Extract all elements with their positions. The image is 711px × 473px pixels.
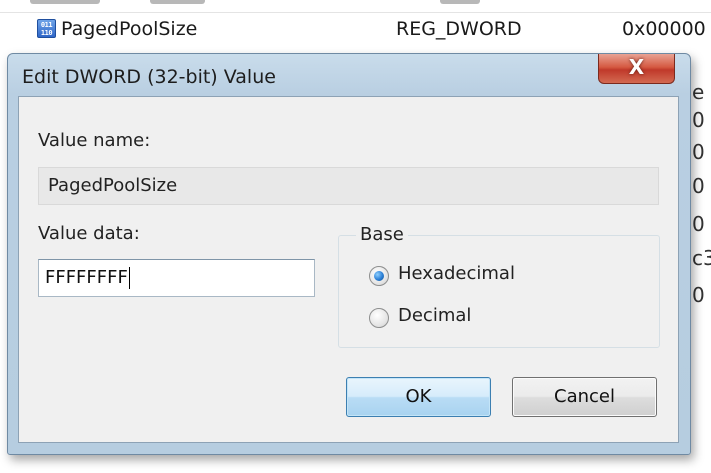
registry-value-row[interactable]: 011 110 PagedPoolSize REG_DWORD 0x00000 bbox=[0, 14, 711, 56]
value-data-input[interactable]: FFFFFFFF bbox=[38, 259, 315, 297]
list-peek-text: 0 bbox=[692, 174, 705, 198]
list-peek-text: 0 bbox=[692, 283, 705, 307]
list-peek-text: 0 bbox=[692, 212, 705, 236]
list-peek-text: 0 bbox=[692, 140, 705, 164]
cancel-button[interactable]: Cancel bbox=[512, 377, 657, 417]
edit-dword-dialog: Edit DWORD (32-bit) Value X Value name: … bbox=[7, 53, 691, 455]
list-peek-text: e bbox=[692, 80, 705, 104]
text-caret bbox=[128, 267, 130, 289]
base-groupbox bbox=[338, 235, 660, 348]
decimal-label[interactable]: Decimal bbox=[398, 305, 471, 326]
close-button[interactable]: X bbox=[598, 54, 675, 84]
dialog-title: Edit DWORD (32-bit) Value bbox=[22, 66, 276, 88]
registry-binary-icon: 011 110 bbox=[37, 19, 56, 38]
decimal-radio[interactable] bbox=[369, 308, 389, 328]
ok-button[interactable]: OK bbox=[346, 377, 491, 417]
list-peek-text: 0 bbox=[692, 108, 705, 132]
registry-value-name: PagedPoolSize bbox=[61, 18, 198, 40]
base-legend: Base bbox=[356, 224, 408, 245]
hexadecimal-radio[interactable] bbox=[369, 266, 389, 286]
dialog-client-area: Value name: PagedPoolSize Value data: FF… bbox=[18, 96, 679, 443]
registry-value-type: REG_DWORD bbox=[396, 18, 522, 40]
value-data-text: FFFFFFFF bbox=[45, 267, 128, 288]
registry-value-data: 0x00000 bbox=[622, 18, 706, 40]
value-name-field: PagedPoolSize bbox=[38, 167, 659, 205]
value-data-label: Value data: bbox=[38, 223, 140, 244]
previous-row-fragment bbox=[0, 0, 711, 13]
value-name-label: Value name: bbox=[38, 130, 151, 151]
list-peek-text: c3 bbox=[692, 246, 711, 270]
hexadecimal-label[interactable]: Hexadecimal bbox=[398, 263, 515, 284]
